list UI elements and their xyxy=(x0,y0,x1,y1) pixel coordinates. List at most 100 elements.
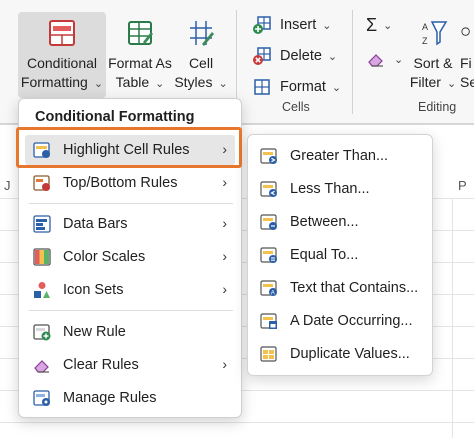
submenu-item-label: Greater Than... xyxy=(290,148,389,164)
submenu-item-label: Equal To... xyxy=(290,247,359,263)
equal-to-icon xyxy=(260,247,277,263)
chevron-right-icon: › xyxy=(222,248,227,264)
menu-item-label: Color Scales xyxy=(63,249,146,265)
menu-item-color-scales[interactable]: Color Scales › xyxy=(25,242,235,272)
submenu-item-text-contains[interactable]: A Text that Contains... xyxy=(256,274,430,302)
cell-styles-icon xyxy=(190,21,214,46)
chevron-right-icon: › xyxy=(222,281,227,297)
submenu-item-label: Between... xyxy=(290,214,359,230)
cells-group-label: Cells xyxy=(282,100,310,114)
chevron-down-icon: ⌄ xyxy=(327,50,338,63)
format-as-table-line2: Table xyxy=(115,74,150,90)
submenu-item-duplicate-values[interactable]: Duplicate Values... xyxy=(256,340,430,368)
sort-filter-line2: Filter xyxy=(409,74,441,90)
greater-than-icon xyxy=(260,148,277,164)
chevron-down-icon: ⌄ xyxy=(383,19,393,32)
sigma-icon: Σ xyxy=(366,14,378,35)
grid-line xyxy=(452,198,453,438)
data-bars-icon xyxy=(33,215,51,233)
cell-styles-line2: Styles xyxy=(174,74,213,90)
menu-item-label: Icon Sets xyxy=(63,282,124,298)
chevron-down-icon: ⌄ xyxy=(394,53,404,66)
menu-item-label: New Rule xyxy=(63,324,126,340)
format-cells-icon xyxy=(254,79,270,95)
format-as-table-line1: Format As xyxy=(108,55,172,71)
date-occurring-icon xyxy=(260,313,277,329)
insert-button[interactable]: Insert ⌄ xyxy=(252,12,331,38)
chevron-right-icon: › xyxy=(222,356,227,372)
sort-filter-button[interactable]: A Z Sort & Filter ⌄ xyxy=(408,12,458,98)
conditional-formatting-line2-wrap: Formatting ⌄ xyxy=(21,73,103,94)
format-as-table-icon xyxy=(128,21,153,45)
cell-styles-button[interactable]: Cell Styles ⌄ xyxy=(174,12,228,98)
autosum-button[interactable]: Σ ⌄ xyxy=(366,12,392,38)
svg-text:Z: Z xyxy=(422,36,428,46)
eraser-icon xyxy=(368,54,383,67)
chevron-down-icon: ⌄ xyxy=(218,78,228,90)
manage-rules-icon xyxy=(33,390,50,406)
delete-label: Delete xyxy=(280,48,322,64)
chevron-down-icon: ⌄ xyxy=(93,78,104,90)
text-contains-icon: A xyxy=(260,280,277,297)
highlight-annotation-box xyxy=(16,127,242,168)
menu-item-label: Clear Rules xyxy=(63,357,139,373)
group-separator xyxy=(352,10,353,114)
submenu-item-greater-than[interactable]: Greater Than... xyxy=(256,142,430,170)
menu-separator xyxy=(29,310,233,311)
delete-cells-icon xyxy=(253,47,271,65)
highlight-cell-rules-submenu: Greater Than... Less Than... Between... … xyxy=(247,134,433,376)
conditional-formatting-icon xyxy=(49,20,75,46)
menu-separator xyxy=(29,203,233,204)
icon-sets-icon xyxy=(34,282,50,298)
find-select-icon xyxy=(461,27,470,36)
grid-line xyxy=(0,422,474,423)
submenu-item-less-than[interactable]: Less Than... xyxy=(256,175,430,203)
clear-rules-icon xyxy=(34,360,49,373)
top-bottom-icon xyxy=(33,175,50,191)
editing-group-label: Editing xyxy=(418,100,457,114)
submenu-item-label: Text that Contains... xyxy=(290,280,419,296)
column-header-p[interactable]: P xyxy=(458,178,467,198)
insert-cells-icon xyxy=(253,16,271,34)
submenu-item-equal-to[interactable]: Equal To... xyxy=(256,241,430,269)
menu-item-new-rule[interactable]: New Rule xyxy=(25,317,235,347)
format-as-table-button[interactable]: Format As Table ⌄ xyxy=(108,12,172,98)
menu-item-label: Top/Bottom Rules xyxy=(63,175,178,191)
clear-button[interactable]: ⌄ xyxy=(366,46,403,72)
insert-label: Insert xyxy=(280,17,317,33)
conditional-formatting-line2: Formatting xyxy=(20,74,88,90)
column-header-j[interactable]: J xyxy=(4,178,11,198)
find-select-line2: Se xyxy=(460,74,474,90)
chevron-down-icon: ⌄ xyxy=(331,81,342,94)
conditional-formatting-line1: Conditional xyxy=(26,55,98,71)
between-icon xyxy=(260,214,277,230)
find-select-button[interactable]: Fi Se xyxy=(460,12,474,98)
submenu-item-label: Less Than... xyxy=(290,181,370,197)
format-button[interactable]: Format ⌄ xyxy=(252,74,341,100)
menu-item-label: Data Bars xyxy=(63,216,128,232)
conditional-formatting-button[interactable]: Conditional Formatting ⌄ xyxy=(18,12,106,98)
chevron-down-icon: ⌄ xyxy=(322,19,332,32)
find-select-line1: Fi xyxy=(460,55,472,71)
menu-item-icon-sets[interactable]: Icon Sets › xyxy=(25,275,235,305)
menu-item-clear-rules[interactable]: Clear Rules › xyxy=(25,350,235,380)
menu-item-manage-rules[interactable]: Manage Rules xyxy=(25,383,235,413)
sort-filter-line2-wrap: Filter ⌄ xyxy=(410,73,456,94)
chevron-right-icon: › xyxy=(222,215,227,231)
format-label: Format xyxy=(280,79,326,95)
svg-text:A: A xyxy=(271,291,275,297)
submenu-item-date-occurring[interactable]: A Date Occurring... xyxy=(256,307,430,335)
delete-button[interactable]: Delete ⌄ xyxy=(252,43,337,69)
sort-filter-icon: A Z xyxy=(422,21,448,46)
menu-item-top-bottom-rules[interactable]: Top/Bottom Rules › xyxy=(25,168,235,198)
submenu-item-between[interactable]: Between... xyxy=(256,208,430,236)
menu-item-data-bars[interactable]: Data Bars › xyxy=(25,209,235,239)
chevron-down-icon: ⌄ xyxy=(446,78,457,90)
duplicate-values-icon xyxy=(260,346,277,362)
new-rule-icon xyxy=(33,324,51,341)
less-than-icon xyxy=(260,181,277,197)
submenu-item-label: Duplicate Values... xyxy=(290,346,410,362)
submenu-item-label: A Date Occurring... xyxy=(290,313,413,329)
svg-text:A: A xyxy=(422,22,428,32)
chevron-right-icon: › xyxy=(222,174,227,190)
